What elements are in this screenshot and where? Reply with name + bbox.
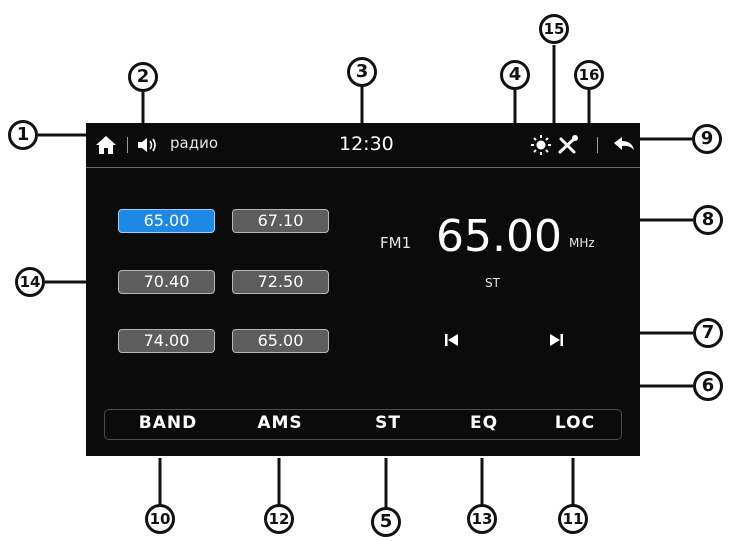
callout-home: 1	[8, 120, 38, 150]
preset-button-4[interactable]: 72.50	[232, 270, 329, 294]
callout-next: 7	[693, 318, 723, 348]
brightness-icon[interactable]	[531, 135, 551, 155]
frequency-display: 65.00	[436, 211, 562, 262]
callout-back: 9	[692, 124, 722, 154]
stereo-indicator: ST	[485, 276, 500, 290]
callout-eq: 13	[467, 504, 497, 534]
callout-prev: 6	[693, 371, 723, 401]
speaker-icon[interactable]	[136, 136, 158, 154]
function-bar: BAND AMS ST EQ LOC	[104, 409, 622, 440]
preset-button-2[interactable]: 67.10	[232, 209, 329, 233]
status-separator	[86, 167, 640, 168]
preset-button-6[interactable]: 65.00	[232, 329, 329, 353]
clock: 12:30	[339, 133, 394, 155]
head-unit-screen: радио 12:30 65.00 67.10 70.40 72.50 74.0…	[86, 123, 640, 456]
band-label: FM1	[380, 234, 412, 252]
ams-button[interactable]: AMS	[235, 413, 325, 433]
band-button[interactable]: BAND	[123, 413, 213, 433]
source-label: радио	[170, 134, 219, 152]
status-divider	[127, 137, 128, 153]
callout-frequency: 8	[693, 205, 723, 235]
callout-brightness: 15	[539, 14, 569, 44]
status-bar: радио 12:30	[86, 123, 640, 168]
home-icon[interactable]	[95, 135, 117, 155]
loc-button[interactable]: LOC	[530, 413, 620, 433]
frequency-unit: MHz	[569, 236, 595, 250]
preset-button-1[interactable]: 65.00	[118, 209, 215, 233]
eq-button[interactable]: EQ	[439, 413, 529, 433]
callout-band: 10	[145, 504, 175, 534]
callout-stereo-button: 5	[371, 507, 401, 537]
seek-back-icon[interactable]	[445, 334, 459, 346]
status-divider	[597, 137, 598, 153]
callout-loc: 11	[558, 504, 588, 534]
preset-button-5[interactable]: 74.00	[118, 329, 215, 353]
settings-icon[interactable]	[557, 135, 579, 155]
callout-separator: 4	[500, 60, 530, 90]
callout-settings: 16	[574, 60, 604, 90]
preset-button-3[interactable]: 70.40	[118, 270, 215, 294]
callout-clock: 3	[347, 57, 377, 87]
callout-ams: 12	[264, 504, 294, 534]
callout-volume: 2	[128, 62, 158, 92]
back-icon[interactable]	[613, 136, 635, 152]
st-button[interactable]: ST	[343, 413, 433, 433]
seek-forward-icon[interactable]	[549, 334, 563, 346]
callout-presets: 14	[15, 267, 45, 297]
